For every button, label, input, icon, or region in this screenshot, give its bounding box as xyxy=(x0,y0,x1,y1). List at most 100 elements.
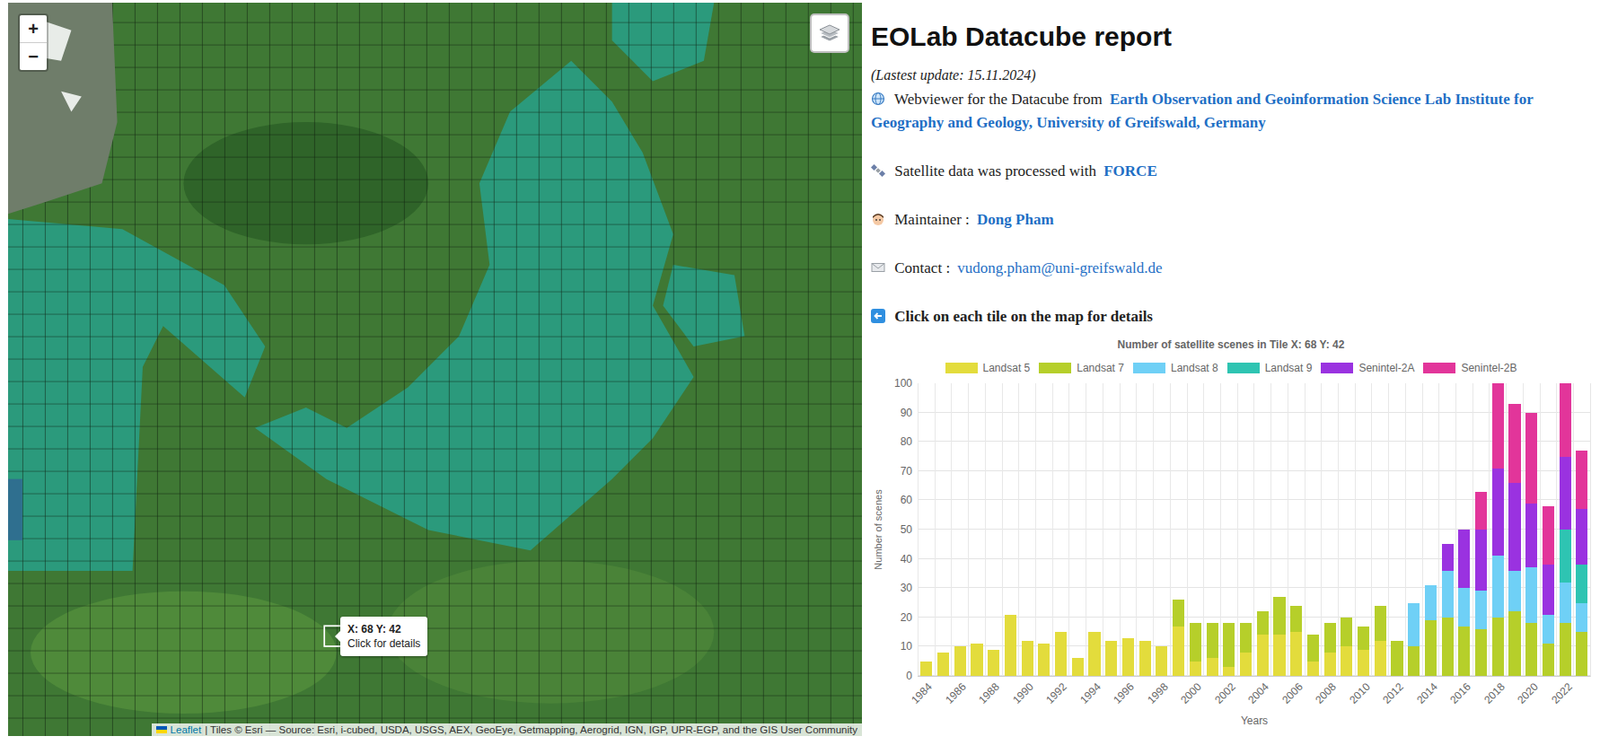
bar-stack[interactable] xyxy=(1004,383,1017,677)
bar-stack[interactable] xyxy=(1475,383,1487,677)
bar-stack[interactable] xyxy=(1492,383,1504,677)
bar-segment[interactable] xyxy=(1508,404,1521,484)
bar-stack[interactable] xyxy=(920,383,932,677)
bar-segment[interactable] xyxy=(1257,611,1269,635)
bar-stack[interactable] xyxy=(1307,383,1319,677)
bar-segment[interactable] xyxy=(1172,599,1185,626)
bar-stack[interactable] xyxy=(1155,383,1168,677)
bar-stack[interactable] xyxy=(1357,383,1370,677)
legend-item[interactable]: Senintel-2A xyxy=(1320,360,1415,376)
bar-segment[interactable] xyxy=(1324,652,1337,677)
map[interactable]: + − X: 68 Y: 42 Click for details Leafle… xyxy=(8,2,862,737)
info-link[interactable]: vudong.pham@uni-greifswald.de xyxy=(957,259,1162,277)
bar-segment[interactable] xyxy=(1189,623,1202,661)
bar-segment[interactable] xyxy=(1222,667,1235,677)
legend-item[interactable]: Senintel-2B xyxy=(1423,360,1517,376)
bar-segment[interactable] xyxy=(1273,634,1285,677)
bar-segment[interactable] xyxy=(1492,555,1504,617)
bar-stack[interactable] xyxy=(1239,383,1252,677)
bar-segment[interactable] xyxy=(1508,483,1521,572)
bar-segment[interactable] xyxy=(1257,634,1269,677)
bar-segment[interactable] xyxy=(1390,641,1403,677)
bar-segment[interactable] xyxy=(1424,585,1437,621)
bar-segment[interactable] xyxy=(1525,623,1538,677)
bar-stack[interactable] xyxy=(1072,383,1084,677)
bar-segment[interactable] xyxy=(1307,634,1319,661)
bar-segment[interactable] xyxy=(1374,641,1387,677)
bar-segment[interactable] xyxy=(1458,529,1470,589)
leaflet-link[interactable]: Leaflet xyxy=(170,724,203,736)
bar-segment[interactable] xyxy=(1340,617,1353,648)
bar-segment[interactable] xyxy=(1559,529,1572,583)
bar-segment[interactable] xyxy=(1324,623,1337,653)
bar-segment[interactable] xyxy=(1155,646,1168,677)
bar-segment[interactable] xyxy=(954,646,967,677)
bar-segment[interactable] xyxy=(1508,571,1521,613)
bar-segment[interactable] xyxy=(1037,643,1050,677)
bar-segment[interactable] xyxy=(1441,617,1454,677)
bar-stack[interactable] xyxy=(1189,383,1202,677)
bar-segment[interactable] xyxy=(1189,661,1202,677)
bar-segment[interactable] xyxy=(1239,623,1252,653)
bar-segment[interactable] xyxy=(1492,468,1504,557)
bar-segment[interactable] xyxy=(920,661,932,677)
bar-segment[interactable] xyxy=(1407,603,1420,648)
bar-stack[interactable] xyxy=(1324,383,1337,677)
bar-segment[interactable] xyxy=(1492,383,1504,469)
legend-item[interactable]: Landsat 9 xyxy=(1227,360,1313,376)
bar-stack[interactable] xyxy=(1222,383,1235,677)
bar-stack[interactable] xyxy=(1390,383,1403,677)
bar-stack[interactable] xyxy=(1139,383,1152,677)
bar-segment[interactable] xyxy=(1290,632,1302,677)
bar-stack[interactable] xyxy=(1172,383,1185,677)
bar-segment[interactable] xyxy=(1407,646,1420,677)
bar-segment[interactable] xyxy=(1441,571,1454,618)
bar-segment[interactable] xyxy=(1475,629,1487,677)
bar-stack[interactable] xyxy=(1088,383,1100,677)
bar-segment[interactable] xyxy=(1559,623,1572,677)
bar-stack[interactable] xyxy=(1407,383,1420,677)
bar-segment[interactable] xyxy=(1559,457,1572,531)
bar-stack[interactable] xyxy=(1542,383,1555,677)
bar-segment[interactable] xyxy=(1021,641,1034,677)
bar-segment[interactable] xyxy=(1458,588,1470,626)
bar-stack[interactable] xyxy=(1458,383,1470,677)
bar-segment[interactable] xyxy=(1542,506,1555,565)
bar-segment[interactable] xyxy=(1206,658,1219,677)
bar-segment[interactable] xyxy=(1559,383,1572,458)
bar-segment[interactable] xyxy=(937,652,950,677)
bar-segment[interactable] xyxy=(1307,661,1319,677)
bar-segment[interactable] xyxy=(1072,658,1084,677)
bar-stack[interactable] xyxy=(1206,383,1219,677)
bar-segment[interactable] xyxy=(1475,529,1487,591)
bar-stack[interactable] xyxy=(970,383,983,677)
bar-stack[interactable] xyxy=(1037,383,1050,677)
legend-item[interactable]: Landsat 8 xyxy=(1133,360,1219,376)
bar-segment[interactable] xyxy=(1088,632,1100,677)
bar-segment[interactable] xyxy=(1340,646,1353,677)
bar-segment[interactable] xyxy=(1374,606,1387,642)
bar-segment[interactable] xyxy=(1508,611,1521,677)
bar-stack[interactable] xyxy=(1290,383,1302,677)
bar-stack[interactable] xyxy=(1525,383,1538,677)
tile-grid[interactable] xyxy=(8,2,862,737)
bar-segment[interactable] xyxy=(1575,603,1588,633)
layers-button[interactable] xyxy=(809,13,850,53)
bar-segment[interactable] xyxy=(987,650,1000,677)
zoom-in-button[interactable]: + xyxy=(19,15,47,43)
bar-segment[interactable] xyxy=(1206,623,1219,659)
bar-stack[interactable] xyxy=(1340,383,1353,677)
bar-segment[interactable] xyxy=(1475,590,1487,629)
bar-stack[interactable] xyxy=(1257,383,1269,677)
bar-segment[interactable] xyxy=(1357,650,1370,677)
bar-segment[interactable] xyxy=(1105,641,1117,677)
bar-stack[interactable] xyxy=(1424,383,1437,677)
bar-segment[interactable] xyxy=(1525,413,1538,504)
bar-segment[interactable] xyxy=(1441,544,1454,571)
bar-segment[interactable] xyxy=(1458,626,1470,677)
bar-segment[interactable] xyxy=(1357,626,1370,651)
bar-segment[interactable] xyxy=(1525,567,1538,624)
bar-segment[interactable] xyxy=(1575,450,1588,510)
zoom-out-button[interactable]: − xyxy=(19,42,47,71)
bar-stack[interactable] xyxy=(1508,383,1521,677)
